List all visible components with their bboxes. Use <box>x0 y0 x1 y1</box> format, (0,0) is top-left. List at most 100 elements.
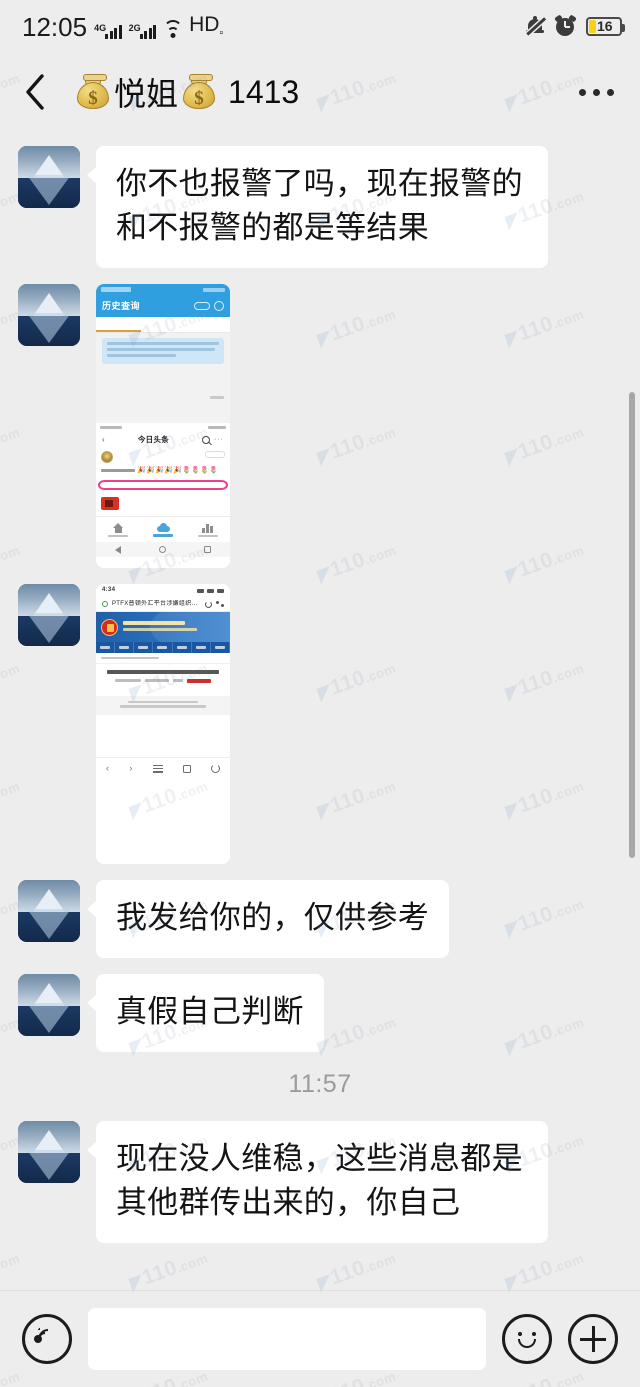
inner-post-emoji-text: 🎉🎉🎉🎉🎉🌷🌷🌷🌷 <box>96 466 230 479</box>
voice-input-icon <box>33 1324 63 1354</box>
inner-browser-nav: ‹ › <box>96 757 230 780</box>
chevron-left-icon: ‹ <box>102 435 105 444</box>
browser-tabs-icon <box>182 764 191 773</box>
input-bar <box>0 1290 640 1387</box>
inner-document-body <box>96 663 230 696</box>
status-time: 12:05 <box>22 12 88 42</box>
chat-header: $ 悦姐 $ 1413 <box>0 52 640 132</box>
tabbar-item-history <box>141 517 186 542</box>
inner-post-header <box>96 448 230 466</box>
chat-title-number: 1413 <box>228 73 300 110</box>
browser-back-icon: ‹ <box>106 763 110 774</box>
emoji-button[interactable] <box>502 1314 552 1364</box>
more-options-icon: ··· <box>213 436 224 444</box>
inner-app-title: 历史查询 <box>102 300 141 311</box>
avatar[interactable] <box>18 284 80 347</box>
back-button[interactable] <box>24 73 58 111</box>
message-row: 真假自己判断 <box>0 974 640 1053</box>
more-options-button[interactable] <box>571 88 614 96</box>
bar-chart-icon <box>202 523 213 533</box>
voice-input-button[interactable] <box>22 1314 72 1364</box>
back-triangle-icon <box>115 545 121 554</box>
battery-icon: 16 <box>586 16 625 36</box>
news-thumbnail <box>101 497 119 511</box>
message-image-bubble[interactable]: 历史查询 ‹ 今日头条 ··· 🎉🎉🎉🎉🎉🌷🌷🌷🌷 <box>96 284 230 569</box>
share-icon <box>216 600 224 608</box>
inner-android-nav <box>96 542 230 558</box>
emoji-smile-icon <box>512 1324 542 1354</box>
inner-status-time: 4:34 <box>102 587 116 594</box>
money-bag-emoji: $ <box>181 74 217 110</box>
bell-muted-icon <box>525 15 546 37</box>
browser-forward-icon: › <box>129 763 133 774</box>
inner-divider <box>96 416 230 423</box>
wifi-icon <box>163 20 183 39</box>
inner-toutiao-title: 今日头条 <box>137 434 170 444</box>
inner-blank-area <box>96 715 230 758</box>
hd-voice-icon: HD▫ <box>189 12 224 39</box>
gov-emblem-icon <box>101 618 118 636</box>
money-bag-emoji: $ <box>75 74 111 110</box>
tabbar-item-risk <box>96 517 141 542</box>
avatar[interactable] <box>18 974 80 1037</box>
message-row: 现在没人维稳，这些消息都是其他群传出来的，你自己 <box>0 1121 640 1244</box>
inner-gov-menu <box>96 642 230 654</box>
more-actions-button[interactable] <box>568 1314 618 1364</box>
inner-doc-footer <box>96 695 230 716</box>
message-bubble[interactable]: 你不也报警了吗，现在报警的和不报警的都是等结果 <box>87 146 548 269</box>
alarm-clock-icon <box>554 13 577 37</box>
screenshot-thumbnail-history-query[interactable]: 历史查询 ‹ 今日头条 ··· 🎉🎉🎉🎉🎉🌷🌷🌷🌷 <box>96 284 230 569</box>
inner-status-bar-2 <box>96 423 230 432</box>
inner-browser-title: PTFX普顿外汇平台涉嫌组织、领导传... <box>112 600 201 607</box>
chat-title-name: 悦姐 <box>114 76 179 112</box>
message-bubble[interactable]: 真假自己判断 <box>87 974 324 1053</box>
inner-tabs <box>96 317 230 334</box>
message-bubble[interactable]: 现在没人维稳，这些消息都是其他群传出来的，你自己 <box>87 1121 548 1244</box>
inner-doc-title <box>103 670 223 674</box>
scrollbar[interactable] <box>629 392 635 858</box>
avatar[interactable] <box>18 1121 80 1184</box>
message-list[interactable]: 你不也报警了吗，现在报警的和不报警的都是等结果 历史查询 ‹ 今日头条 ··· … <box>0 132 640 1279</box>
inner-avatar <box>101 451 113 463</box>
signal-4g-label: 4G <box>94 23 107 33</box>
browser-refresh-icon <box>210 764 220 774</box>
message-row: 历史查询 ‹ 今日头条 ··· 🎉🎉🎉🎉🎉🌷🌷🌷🌷 <box>0 284 640 569</box>
inner-status-bar <box>96 284 230 296</box>
inner-breadcrumb <box>96 653 230 664</box>
tabbar-item-data <box>185 517 230 542</box>
cloud-icon <box>156 523 170 533</box>
inner-status-bar: 4:34 <box>96 584 230 598</box>
inner-follow-button <box>205 451 225 458</box>
search-icon <box>201 436 210 444</box>
status-bar-left: 12:05 4G 2G HD▫ <box>22 12 224 42</box>
home-circle-icon <box>159 546 166 554</box>
status-bar-right: 16 <box>525 13 625 37</box>
inner-app-bar: 历史查询 <box>96 295 230 318</box>
avatar[interactable] <box>18 880 80 943</box>
money-bag-dollar: $ <box>88 88 98 109</box>
inner-toutiao-app: ‹ 今日头条 ··· 🎉🎉🎉🎉🎉🌷🌷🌷🌷 <box>96 423 230 558</box>
inner-tabbar <box>96 516 230 543</box>
recents-square-icon <box>204 546 211 554</box>
message-bubble[interactable]: 我发给你的，仅供参考 <box>87 880 449 959</box>
timestamp-divider: 11:57 <box>0 1070 640 1099</box>
screenshot-thumbnail-gov-notice[interactable]: 4:34 PTFX普顿外汇平台涉嫌组织、领导传... <box>96 584 230 865</box>
home-icon <box>112 522 124 533</box>
settings-icon <box>214 301 224 312</box>
avatar[interactable] <box>18 584 80 647</box>
message-row: 4:34 PTFX普顿外汇平台涉嫌组织、领导传... <box>0 584 640 865</box>
toggle-icon <box>194 302 210 311</box>
inner-timestamp <box>102 367 224 411</box>
message-input[interactable] <box>88 1308 486 1370</box>
inner-bubble <box>102 338 224 364</box>
page-title: $ 悦姐 $ 1413 <box>72 69 571 115</box>
refresh-icon <box>205 600 212 608</box>
inner-toutiao-header: ‹ 今日头条 ··· <box>96 432 230 448</box>
chevron-left-icon <box>26 74 44 110</box>
lock-icon <box>102 601 108 608</box>
inner-doc-meta <box>103 678 223 683</box>
message-image-bubble[interactable]: 4:34 PTFX普顿外汇平台涉嫌组织、领导传... <box>96 584 230 865</box>
avatar[interactable] <box>18 146 80 208</box>
inner-highlighted-comment <box>98 480 228 491</box>
message-row: 你不也报警了吗，现在报警的和不报警的都是等结果 <box>0 146 640 269</box>
